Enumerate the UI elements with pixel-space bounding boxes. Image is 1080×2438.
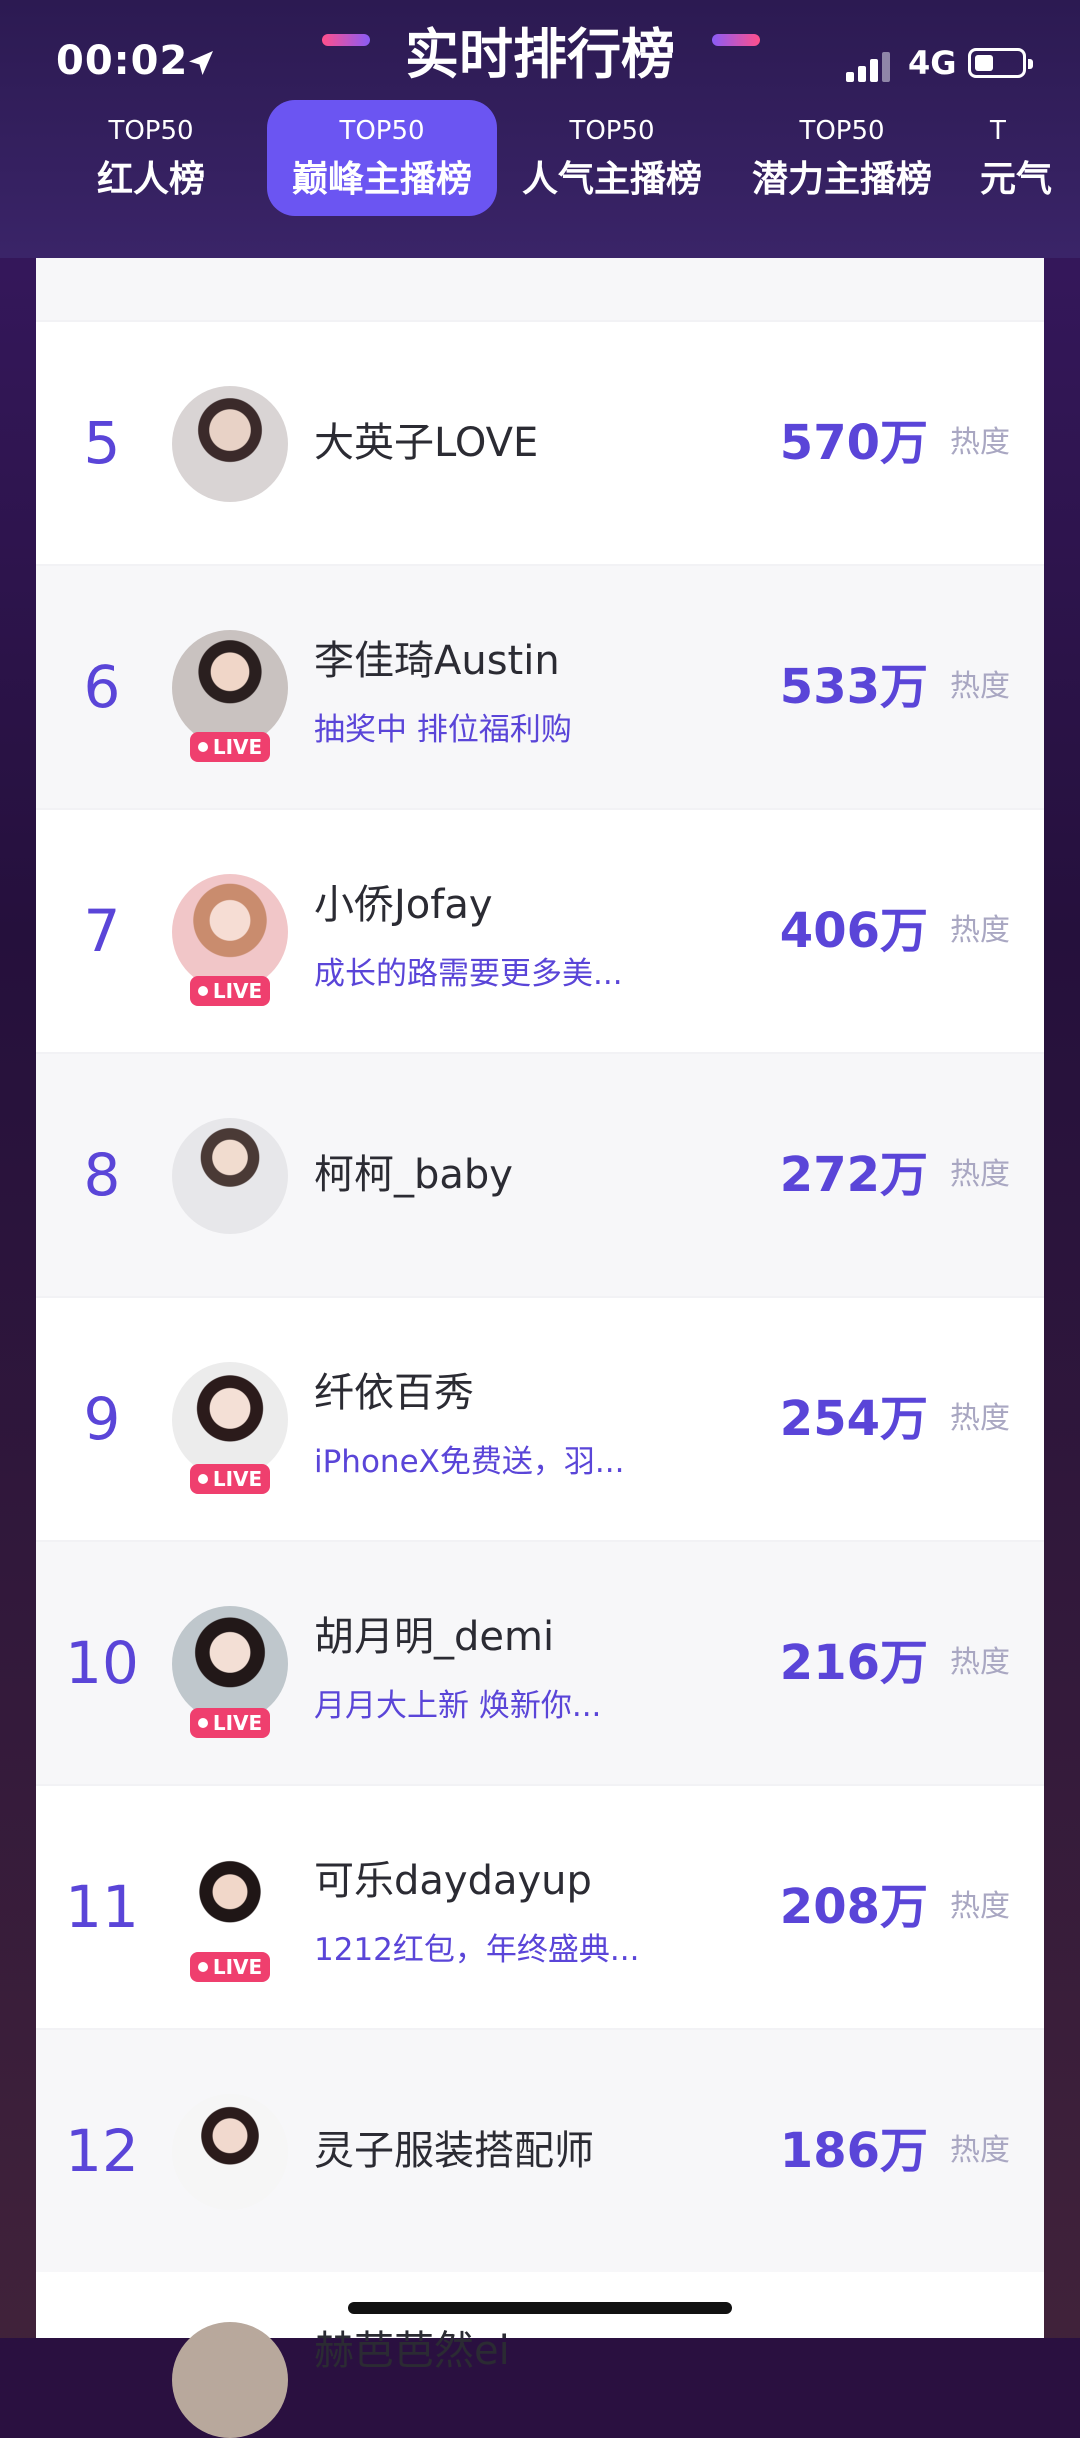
- heat-score: 272万: [779, 1147, 928, 1203]
- stream-description: 月月大上新 焕新你...: [314, 1688, 602, 1724]
- heat-label: 热度: [950, 1401, 1010, 1436]
- stream-description: 1212红包，年终盛典...: [314, 1932, 640, 1968]
- tab-top-label: TOP50: [339, 116, 425, 146]
- heat-score: 533万: [779, 659, 928, 715]
- heat-label: 热度: [950, 1645, 1010, 1680]
- stream-description: 抽奖中 排位福利购: [314, 712, 572, 748]
- heat-label: 热度: [950, 1889, 1010, 1924]
- avatar: [172, 874, 288, 990]
- ranking-row[interactable]: 5 大英子LOVE 570万 热度: [36, 320, 1044, 564]
- tab-qianli[interactable]: TOP50 潜力主播榜: [727, 100, 957, 216]
- avatar-partial: [172, 2322, 288, 2438]
- streamer-name: 李佳琦Austin: [314, 638, 560, 684]
- heat-label: 热度: [950, 2133, 1010, 2168]
- avatar: [172, 1850, 288, 1966]
- avatar: [172, 1118, 288, 1234]
- live-badge: LIVE: [190, 1708, 270, 1738]
- heat-score: 406万: [779, 903, 928, 959]
- tab-renqi[interactable]: TOP50 人气主播榜: [497, 100, 727, 216]
- avatar: [172, 2094, 288, 2210]
- heat-label: 热度: [950, 913, 1010, 948]
- streamer-name: 灵子服装搭配师: [314, 2128, 594, 2174]
- avatar: [172, 386, 288, 502]
- background-right: [1044, 0, 1080, 2338]
- rank-number: 10: [65, 1629, 139, 1697]
- ranking-row[interactable]: 9 LIVE 纤依百秀 iPhoneX免费送，羽... 254万 热度: [36, 1296, 1044, 1540]
- heat-label: 热度: [950, 1157, 1010, 1192]
- stream-description: 成长的路需要更多美...: [314, 956, 623, 992]
- tab-label: 潜力主播榜: [751, 159, 932, 200]
- ranking-row[interactable]: 12 灵子服装搭配师 186万 热度: [36, 2028, 1044, 2272]
- stream-description: iPhoneX免费送，羽...: [314, 1444, 625, 1480]
- heat-score: 216万: [779, 1635, 928, 1691]
- heat-label: 热度: [950, 669, 1010, 704]
- live-badge: LIVE: [190, 732, 270, 762]
- home-indicator[interactable]: [348, 2302, 732, 2314]
- rank-number: 5: [83, 409, 121, 477]
- rank-number: 8: [83, 1141, 121, 1209]
- live-badge: LIVE: [190, 1952, 270, 1982]
- rank-number: 7: [83, 897, 121, 965]
- network-type: 4G: [908, 44, 957, 82]
- tab-dianfeng[interactable]: TOP50 巅峰主播榜: [267, 100, 497, 216]
- tab-top-label: T: [990, 116, 1006, 146]
- tab-yuanqi[interactable]: T 元气: [962, 100, 1080, 216]
- ranking-row[interactable]: 8 柯柯_baby 272万 热度: [36, 1052, 1044, 1296]
- rank-number: 6: [83, 653, 121, 721]
- tab-label: 元气: [980, 159, 1053, 200]
- heat-score: 570万: [779, 415, 928, 471]
- streamer-name: 纤依百秀: [314, 1370, 474, 1416]
- signal-icon: [846, 50, 896, 82]
- ranking-list: 5 大英子LOVE 570万 热度 6 LIVE 李佳琦Austin 抽奖中 排…: [36, 258, 1044, 2338]
- ranking-row[interactable]: 11 LIVE 可乐daydayup 1212红包，年终盛典... 208万 热…: [36, 1784, 1044, 2028]
- rank-number: 12: [65, 2117, 139, 2185]
- ranking-row[interactable]: 10 LIVE 胡月明_demi 月月大上新 焕新你... 216万 热度: [36, 1540, 1044, 1784]
- streamer-name-partial: 赫芭芭然ei: [314, 2328, 510, 2374]
- streamer-name: 柯柯_baby: [314, 1152, 513, 1198]
- rank-number: 9: [83, 1385, 121, 1453]
- title-decoration-right: [712, 34, 760, 46]
- tab-top-label: TOP50: [569, 116, 655, 146]
- rank-number: 11: [65, 1873, 139, 1941]
- tab-label: 红人榜: [96, 159, 205, 200]
- tab-top-label: TOP50: [799, 116, 885, 146]
- tab-hongren[interactable]: TOP50 红人榜: [36, 100, 266, 216]
- ranking-row[interactable]: 6 LIVE 李佳琦Austin 抽奖中 排位福利购 533万 热度: [36, 564, 1044, 808]
- header: 00:02 实时排行榜 4G TOP50 红人榜 TOP50 巅峰主播榜 TOP…: [0, 0, 1080, 258]
- live-badge: LIVE: [190, 1464, 270, 1494]
- avatar: [172, 630, 288, 746]
- background-left: [0, 0, 36, 2338]
- live-badge: LIVE: [190, 976, 270, 1006]
- heat-score: 208万: [779, 1879, 928, 1935]
- streamer-name: 胡月明_demi: [314, 1614, 555, 1660]
- previous-row-partial: [36, 258, 1044, 320]
- tab-label: 人气主播榜: [521, 159, 702, 200]
- tab-label: 巅峰主播榜: [291, 159, 472, 200]
- ranking-row[interactable]: 7 LIVE 小侨Jofay 成长的路需要更多美... 406万 热度: [36, 808, 1044, 1052]
- streamer-name: 大英子LOVE: [314, 420, 539, 466]
- heat-score: 186万: [779, 2123, 928, 2179]
- streamer-name: 可乐daydayup: [314, 1858, 592, 1904]
- battery-icon: [968, 48, 1033, 78]
- streamer-name: 小侨Jofay: [314, 882, 493, 928]
- heat-score: 254万: [779, 1391, 928, 1447]
- heat-label: 热度: [950, 425, 1010, 460]
- tab-top-label: TOP50: [108, 116, 194, 146]
- avatar: [172, 1362, 288, 1478]
- avatar: [172, 1606, 288, 1722]
